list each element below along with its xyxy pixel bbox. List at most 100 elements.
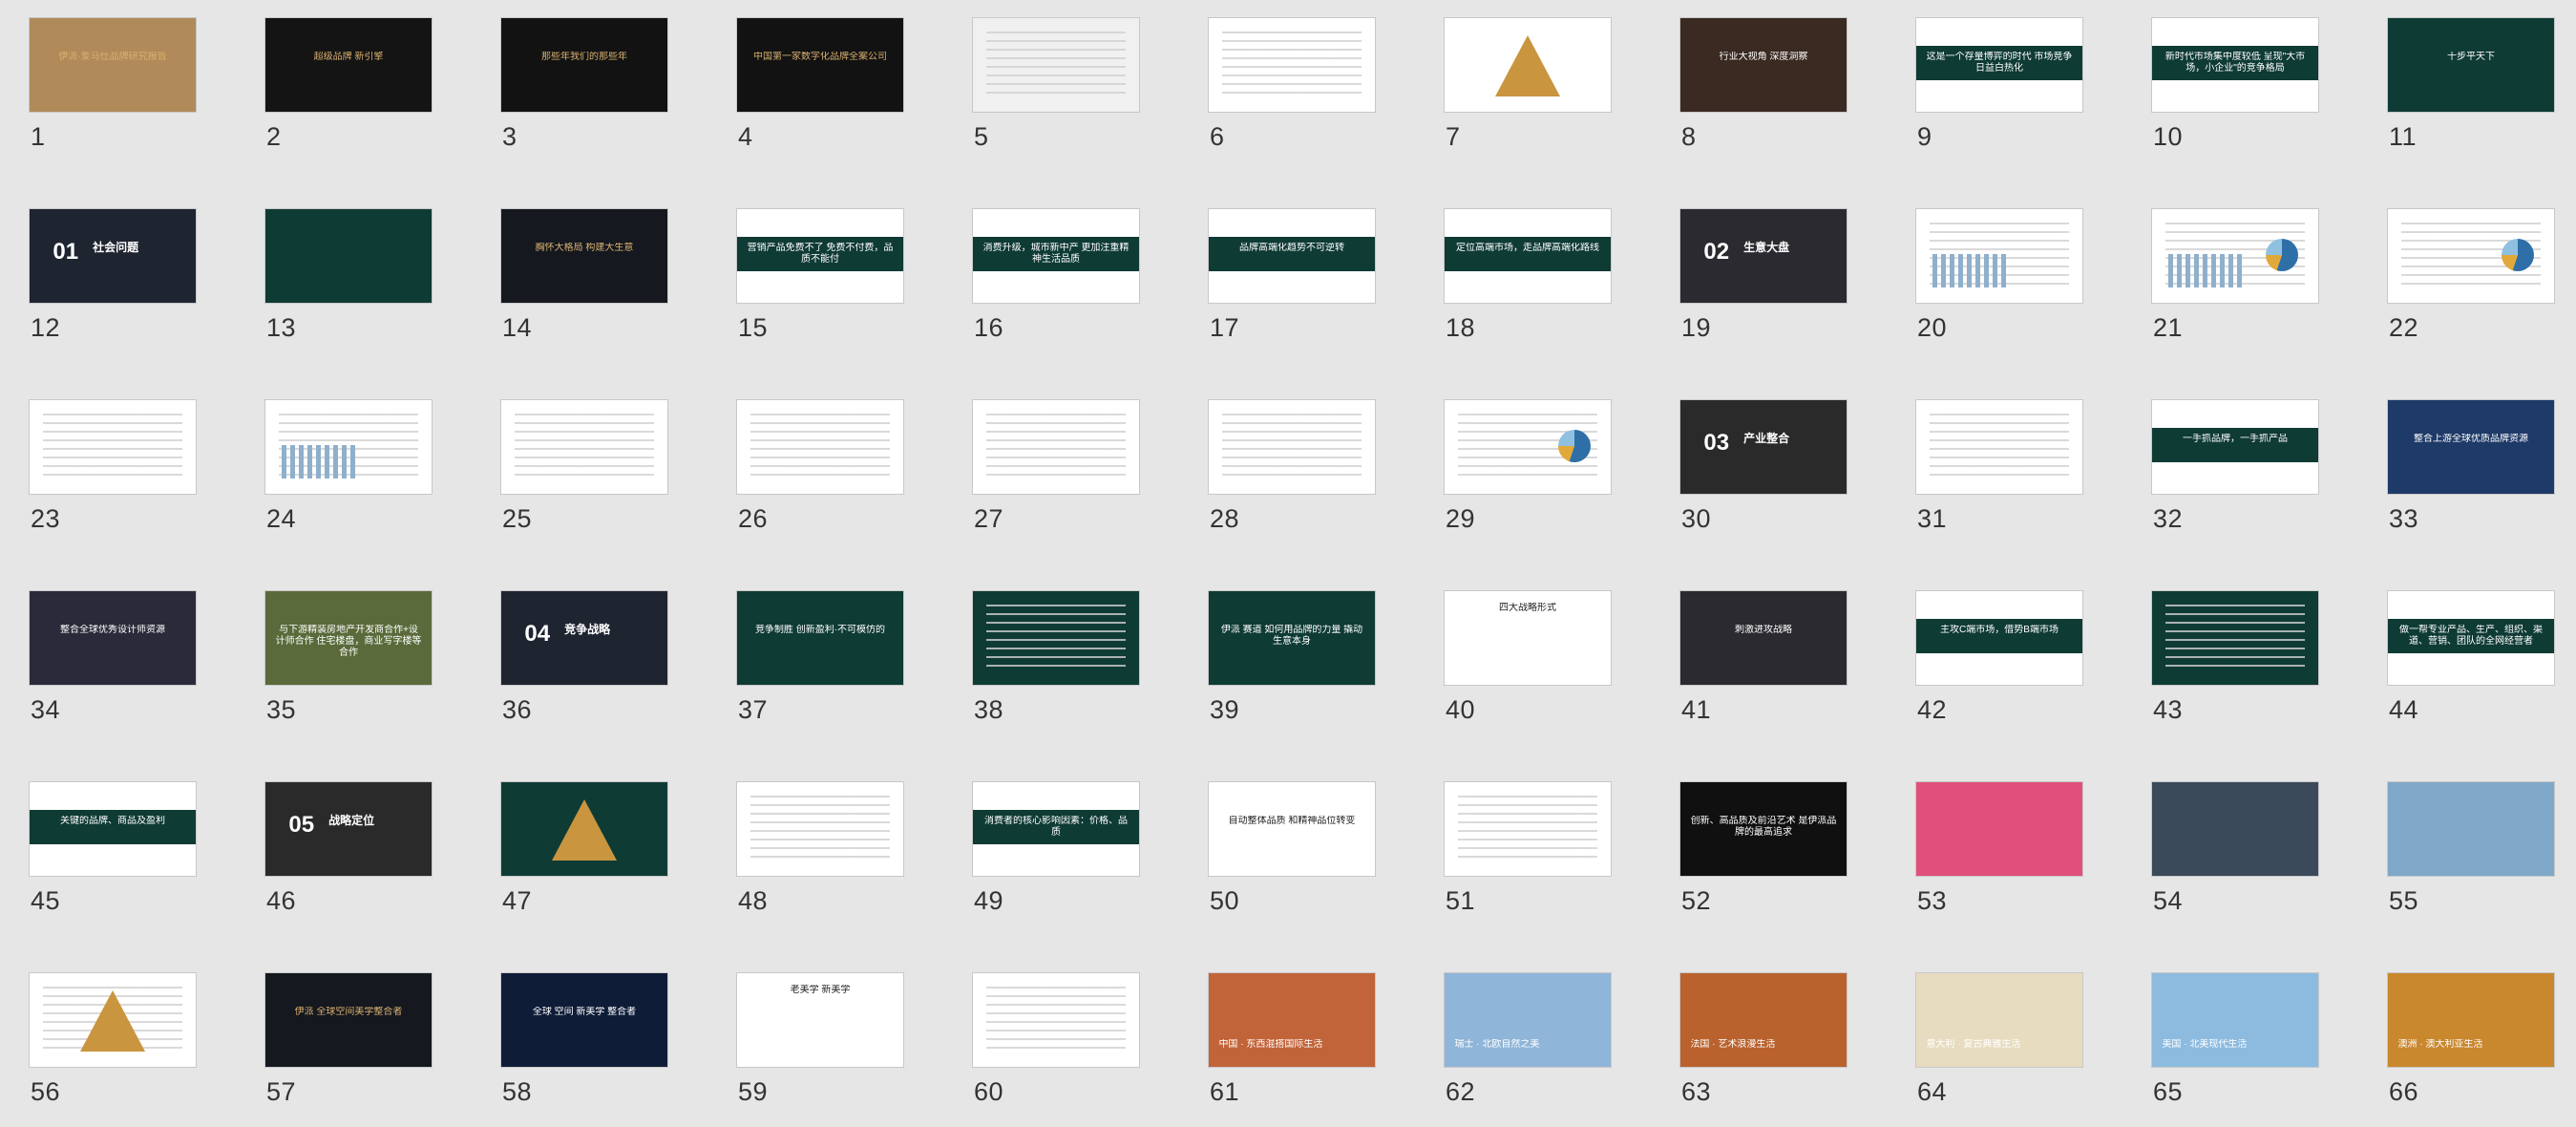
slide-preview[interactable]: 关键的品牌、商品及盈利 bbox=[29, 781, 197, 877]
slide-preview[interactable]: 竞争制胜 创新盈利·不可模仿的 bbox=[736, 590, 904, 686]
slide-preview[interactable]: 消费升级，城市新中产 更加注重精神生活品质 bbox=[972, 208, 1140, 304]
slide-preview[interactable]: 行业大视角 深度洞察 bbox=[1679, 17, 1848, 113]
slide-preview[interactable] bbox=[1444, 17, 1612, 113]
slide-preview[interactable]: 04 竞争战略 bbox=[500, 590, 668, 686]
slide-preview[interactable] bbox=[2151, 208, 2319, 304]
slide-thumbnail-24[interactable]: 24 bbox=[264, 399, 433, 533]
slide-preview[interactable]: 自动整体品质 和精神品位转变 bbox=[1208, 781, 1376, 877]
slide-preview[interactable] bbox=[29, 972, 197, 1068]
slide-thumbnail-15[interactable]: 营销产品免费不了 免费不付费，品质不能付 15 bbox=[736, 208, 904, 342]
slide-thumbnail-65[interactable]: 美国 · 北美现代生活 65 bbox=[2151, 972, 2319, 1106]
slide-thumbnail-28[interactable]: 28 bbox=[1208, 399, 1376, 533]
slide-preview[interactable]: 瑞士 · 北欧自然之美 bbox=[1444, 972, 1612, 1068]
slide-thumbnail-52[interactable]: 创新、高品质及前沿艺术 是伊派品牌的最高追求 52 bbox=[1679, 781, 1848, 915]
slide-preview[interactable]: 全球 空间 新美学 整合者 bbox=[500, 972, 668, 1068]
slide-thumbnail-45[interactable]: 关键的品牌、商品及盈利 45 bbox=[29, 781, 197, 915]
slide-thumbnail-41[interactable]: 刺激进攻战略 41 bbox=[1679, 590, 1848, 724]
slide-thumbnail-5[interactable]: 5 bbox=[972, 17, 1140, 151]
slide-preview[interactable] bbox=[29, 399, 197, 495]
slide-preview[interactable] bbox=[1915, 399, 2083, 495]
slide-preview[interactable] bbox=[972, 17, 1140, 113]
slide-thumbnail-63[interactable]: 法国 · 艺术浪漫生活 63 bbox=[1679, 972, 1848, 1106]
slide-preview[interactable]: 品牌高端化趋势不可逆转 bbox=[1208, 208, 1376, 304]
slide-thumbnail-21[interactable]: 21 bbox=[2151, 208, 2319, 342]
slide-thumbnail-40[interactable]: 四大战略形式 40 bbox=[1444, 590, 1612, 724]
slide-preview[interactable] bbox=[264, 399, 433, 495]
slide-thumbnail-48[interactable]: 48 bbox=[736, 781, 904, 915]
slide-preview[interactable]: 胸怀大格局 构建大生意 bbox=[500, 208, 668, 304]
slide-preview[interactable]: 十步平天下 bbox=[2387, 17, 2555, 113]
slide-preview[interactable] bbox=[2387, 781, 2555, 877]
slide-thumbnail-2[interactable]: 超级品牌 新引擎 2 bbox=[264, 17, 433, 151]
slide-thumbnail-56[interactable]: 56 bbox=[29, 972, 197, 1106]
slide-thumbnail-54[interactable]: 54 bbox=[2151, 781, 2319, 915]
slide-preview[interactable] bbox=[1444, 399, 1612, 495]
slide-preview[interactable]: 创新、高品质及前沿艺术 是伊派品牌的最高追求 bbox=[1679, 781, 1848, 877]
slide-thumbnail-46[interactable]: 05 战略定位 46 bbox=[264, 781, 433, 915]
slide-preview[interactable] bbox=[972, 399, 1140, 495]
slide-preview[interactable]: 新时代市场集中度较低 呈现"大市场，小企业"的竞争格局 bbox=[2151, 17, 2319, 113]
slide-thumbnail-31[interactable]: 31 bbox=[1915, 399, 2083, 533]
slide-preview[interactable] bbox=[1915, 781, 2083, 877]
slide-thumbnail-25[interactable]: 25 bbox=[500, 399, 668, 533]
slide-preview[interactable]: 美国 · 北美现代生活 bbox=[2151, 972, 2319, 1068]
slide-preview[interactable] bbox=[1444, 781, 1612, 877]
slide-thumbnail-19[interactable]: 02 生意大盘 19 bbox=[1679, 208, 1848, 342]
slide-preview[interactable]: 01 社会问题 bbox=[29, 208, 197, 304]
slide-thumbnail-60[interactable]: 60 bbox=[972, 972, 1140, 1106]
slide-preview[interactable]: 那些年我们的那些年 bbox=[500, 17, 668, 113]
slide-preview[interactable] bbox=[500, 399, 668, 495]
slide-preview[interactable] bbox=[736, 399, 904, 495]
slide-preview[interactable] bbox=[2151, 781, 2319, 877]
slide-thumbnail-18[interactable]: 定位高端市场，走品牌高端化路线 18 bbox=[1444, 208, 1612, 342]
slide-preview[interactable]: 整合全球优秀设计师资源 bbox=[29, 590, 197, 686]
slide-thumbnail-59[interactable]: 老美学 新美学 59 bbox=[736, 972, 904, 1106]
slide-thumbnail-34[interactable]: 整合全球优秀设计师资源 34 bbox=[29, 590, 197, 724]
slide-preview[interactable] bbox=[736, 781, 904, 877]
slide-preview[interactable] bbox=[500, 781, 668, 877]
slide-thumbnail-35[interactable]: 与下游精装房地产开发商合作+设计师合作 住宅楼盘，商业写字楼等合作 35 bbox=[264, 590, 433, 724]
slide-thumbnail-38[interactable]: 38 bbox=[972, 590, 1140, 724]
slide-thumbnail-49[interactable]: 消费者的核心影响因素：价格、品质 49 bbox=[972, 781, 1140, 915]
slide-thumbnail-43[interactable]: 43 bbox=[2151, 590, 2319, 724]
slide-thumbnail-64[interactable]: 意大利 · 复古典雅生活 64 bbox=[1915, 972, 2083, 1106]
slide-thumbnail-4[interactable]: 中国第一家数字化品牌全案公司 4 bbox=[736, 17, 904, 151]
slide-preview[interactable]: 一手抓品牌，一手抓产品 bbox=[2151, 399, 2319, 495]
slide-thumbnail-37[interactable]: 竞争制胜 创新盈利·不可模仿的 37 bbox=[736, 590, 904, 724]
slide-thumbnail-7[interactable]: 7 bbox=[1444, 17, 1612, 151]
slide-thumbnail-42[interactable]: 主攻C端市场，借势B端市场 42 bbox=[1915, 590, 2083, 724]
slide-thumbnail-27[interactable]: 27 bbox=[972, 399, 1140, 533]
slide-thumbnail-44[interactable]: 做一帮专业产品、生产、组织、渠道、营销、团队的全网经营者 44 bbox=[2387, 590, 2555, 724]
slide-thumbnail-36[interactable]: 04 竞争战略 36 bbox=[500, 590, 668, 724]
slide-preview[interactable]: 老美学 新美学 bbox=[736, 972, 904, 1068]
slide-thumbnail-16[interactable]: 消费升级，城市新中产 更加注重精神生活品质 16 bbox=[972, 208, 1140, 342]
slide-preview[interactable] bbox=[1208, 17, 1376, 113]
slide-thumbnail-14[interactable]: 胸怀大格局 构建大生意 14 bbox=[500, 208, 668, 342]
slide-preview[interactable]: 伊派 全球空间美学整合者 bbox=[264, 972, 433, 1068]
slide-thumbnail-53[interactable]: 53 bbox=[1915, 781, 2083, 915]
slide-thumbnail-30[interactable]: 03 产业整合 30 bbox=[1679, 399, 1848, 533]
slide-preview[interactable] bbox=[972, 590, 1140, 686]
slide-preview[interactable]: 法国 · 艺术浪漫生活 bbox=[1679, 972, 1848, 1068]
slide-thumbnail-39[interactable]: 伊派 赛道 如何用品牌的力量 撬动生意本身 39 bbox=[1208, 590, 1376, 724]
slide-thumbnail-61[interactable]: 中国 · 东西混搭国际生活 61 bbox=[1208, 972, 1376, 1106]
slide-thumbnail-22[interactable]: 22 bbox=[2387, 208, 2555, 342]
slide-preview[interactable] bbox=[1915, 208, 2083, 304]
slide-thumbnail-47[interactable]: 47 bbox=[500, 781, 668, 915]
slide-preview[interactable] bbox=[1208, 399, 1376, 495]
slide-preview[interactable]: 四大战略形式 bbox=[1444, 590, 1612, 686]
slide-thumbnail-50[interactable]: 自动整体品质 和精神品位转变 50 bbox=[1208, 781, 1376, 915]
slide-thumbnail-9[interactable]: 这是一个存量博弈的时代 市场竞争日益白热化 9 bbox=[1915, 17, 2083, 151]
slide-preview[interactable]: 整合上游全球优质品牌资源 bbox=[2387, 399, 2555, 495]
slide-thumbnail-51[interactable]: 51 bbox=[1444, 781, 1612, 915]
slide-thumbnail-57[interactable]: 伊派 全球空间美学整合者 57 bbox=[264, 972, 433, 1106]
slide-thumbnail-10[interactable]: 新时代市场集中度较低 呈现"大市场，小企业"的竞争格局 10 bbox=[2151, 17, 2319, 151]
slide-thumbnail-11[interactable]: 十步平天下 11 bbox=[2387, 17, 2555, 151]
slide-thumbnail-20[interactable]: 20 bbox=[1915, 208, 2083, 342]
slide-preview[interactable]: 这是一个存量博弈的时代 市场竞争日益白热化 bbox=[1915, 17, 2083, 113]
slide-thumbnail-58[interactable]: 全球 空间 新美学 整合者 58 bbox=[500, 972, 668, 1106]
slide-thumbnail-17[interactable]: 品牌高端化趋势不可逆转 17 bbox=[1208, 208, 1376, 342]
slide-preview[interactable]: 03 产业整合 bbox=[1679, 399, 1848, 495]
slide-preview[interactable]: 做一帮专业产品、生产、组织、渠道、营销、团队的全网经营者 bbox=[2387, 590, 2555, 686]
slide-preview[interactable]: 主攻C端市场，借势B端市场 bbox=[1915, 590, 2083, 686]
